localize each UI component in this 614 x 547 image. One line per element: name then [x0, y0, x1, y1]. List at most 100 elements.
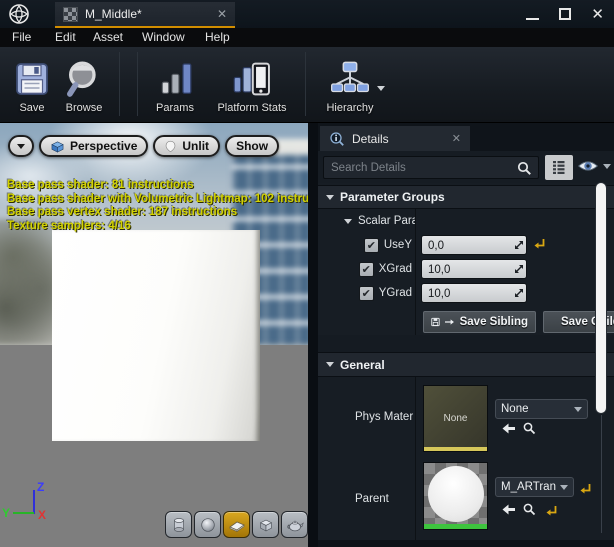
minimize-icon[interactable]	[526, 18, 539, 20]
perspective-button[interactable]: Perspective	[39, 135, 148, 157]
param-value-input[interactable]	[422, 237, 526, 255]
shape-cube-button[interactable]	[252, 511, 279, 538]
value-slider-icon[interactable]	[514, 240, 524, 250]
hierarchy-button[interactable]: Hierarchy	[322, 56, 378, 114]
general-header[interactable]: General	[318, 352, 614, 377]
axis-x-label: X	[38, 508, 46, 522]
title-bar: M_Middle* ✕ ✕	[0, 0, 614, 28]
arrow-right-icon	[445, 317, 455, 327]
menu-help[interactable]: Help	[205, 30, 230, 44]
search-input[interactable]	[324, 157, 538, 178]
phys-material-thumbnail[interactable]: None	[423, 385, 488, 452]
parameter-groups-title: Parameter Groups	[340, 190, 445, 204]
grid-view-icon	[552, 160, 566, 175]
stats-line: Base pass shader with Volumetric Lightma…	[7, 193, 308, 207]
shape-cylinder-button[interactable]	[165, 511, 192, 538]
shape-teapot-button[interactable]	[281, 511, 308, 538]
use-selected-arrow-icon[interactable]	[502, 504, 516, 515]
hierarchy-label: Hierarchy	[322, 102, 378, 114]
parent-dropdown[interactable]: M_ARTranslu	[495, 477, 574, 497]
menu-asset[interactable]: Asset	[93, 30, 123, 44]
dropdown-caret-icon	[574, 407, 582, 412]
browse-to-asset-icon[interactable]	[523, 422, 536, 435]
panel-splitter[interactable]	[308, 123, 318, 547]
reset-to-default-icon[interactable]	[579, 482, 592, 495]
maximize-icon[interactable]	[559, 8, 571, 20]
param-value-input[interactable]	[422, 261, 526, 279]
scrollbar-thumb[interactable]	[596, 183, 606, 413]
param-value-box	[421, 235, 527, 255]
browse-to-asset-icon[interactable]	[523, 503, 536, 516]
show-button[interactable]: Show	[225, 135, 279, 157]
toolbar-separator	[305, 52, 306, 116]
save-buttons-row: Save Sibling Save Child	[318, 309, 614, 335]
panel-bottom-edge	[318, 540, 614, 547]
unlit-button[interactable]: Unlit	[153, 135, 220, 157]
dropdown-caret-icon	[560, 485, 568, 490]
shape-plane-button[interactable]	[223, 511, 250, 538]
viewport-options-button[interactable]	[8, 135, 34, 157]
menu-file[interactable]: File	[12, 30, 31, 44]
save-sibling-button[interactable]: Save Sibling	[423, 311, 536, 333]
floppy-icon	[431, 316, 440, 328]
parameter-groups-header[interactable]: Parameter Groups	[318, 185, 614, 209]
general-title: General	[340, 358, 385, 372]
checkbox-checked[interactable]: ✔	[359, 286, 374, 301]
details-panel: Details ✕	[318, 123, 614, 547]
preview-shape-buttons	[165, 511, 308, 538]
main-toolbar: Save Browse Params	[0, 47, 614, 123]
axis-z-line	[33, 490, 35, 514]
details-tab-label: Details	[352, 132, 389, 146]
view-options-button[interactable]	[577, 159, 611, 173]
menu-edit[interactable]: Edit	[55, 30, 76, 44]
details-tab[interactable]: Details ✕	[320, 126, 470, 151]
param-name: XGrad	[379, 263, 412, 275]
param-name-cell: ✔ UseY	[318, 233, 415, 257]
reset-to-default-icon[interactable]	[533, 237, 546, 250]
param-name-cell: ✔ XGrad	[318, 257, 415, 281]
axis-y-line	[13, 512, 34, 514]
viewport-toolbar: Perspective Unlit Show	[8, 135, 279, 157]
shape-sphere-button[interactable]	[194, 511, 221, 538]
show-label: Show	[236, 139, 268, 153]
value-slider-icon[interactable]	[514, 288, 524, 298]
eye-caret-icon	[603, 164, 611, 169]
close-icon[interactable]: ✕	[591, 7, 604, 22]
param-value-input[interactable]	[422, 285, 526, 303]
display-filter-button[interactable]	[545, 155, 573, 180]
browse-button[interactable]: Browse	[56, 56, 112, 114]
details-search-row	[318, 151, 614, 183]
use-selected-arrow-icon[interactable]	[502, 423, 516, 434]
param-value-box	[421, 259, 527, 279]
details-tab-close-icon[interactable]: ✕	[452, 132, 461, 145]
unlit-label: Unlit	[182, 139, 209, 153]
eye-icon	[577, 159, 599, 173]
hierarchy-dropdown-caret[interactable]	[377, 86, 385, 91]
section-spacer	[318, 335, 614, 352]
stats-line: Base pass vertex shader: 187 instruction…	[7, 206, 308, 220]
reset-to-default-icon[interactable]	[545, 504, 558, 517]
preview-viewport[interactable]: Perspective Unlit Show Base pass shader:…	[0, 123, 308, 547]
menu-window[interactable]: Window	[142, 30, 185, 44]
save-button[interactable]: Save	[8, 56, 56, 114]
tab-close-icon[interactable]: ✕	[217, 8, 227, 20]
perspective-icon	[50, 140, 65, 153]
axis-y-label: Y	[2, 506, 10, 520]
details-tab-bar: Details ✕	[318, 123, 614, 151]
hierarchy-tree-icon	[322, 56, 378, 102]
platform-stats-button[interactable]: Platform Stats	[208, 56, 296, 114]
parent-thumbnail-color-bar	[424, 524, 487, 529]
scalar-group-row[interactable]: Scalar Para	[318, 209, 415, 233]
value-slider-icon[interactable]	[514, 264, 524, 274]
teapot-icon	[285, 516, 305, 534]
checkbox-checked[interactable]: ✔	[359, 262, 374, 277]
param-row-usey: ✔ UseY	[318, 233, 614, 257]
params-button[interactable]: Params	[146, 56, 204, 114]
parent-material-thumbnail[interactable]	[423, 462, 488, 530]
parent-dropdown-value: M_ARTranslu	[501, 481, 556, 493]
unreal-logo-icon	[8, 3, 30, 25]
phys-material-dropdown[interactable]: None	[495, 399, 588, 419]
checkbox-checked[interactable]: ✔	[364, 238, 379, 253]
document-tab[interactable]: M_Middle* ✕	[55, 2, 235, 28]
stats-line: Base pass shader: 81 instructions	[7, 179, 308, 193]
